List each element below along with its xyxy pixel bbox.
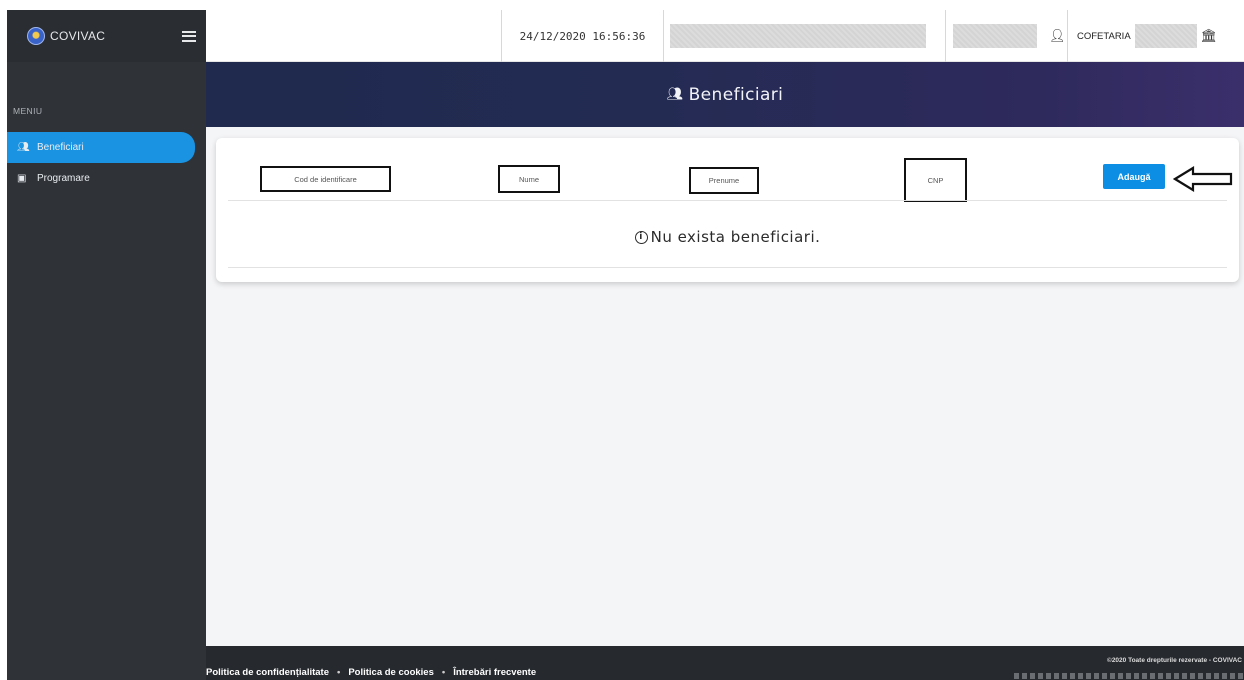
redacted-user-name xyxy=(670,24,926,48)
cod-identificare-filter[interactable]: Cod de identificare xyxy=(260,166,391,192)
divider xyxy=(228,200,1227,201)
organization-label: COFETARIA xyxy=(1077,30,1131,42)
app-name: COVIVAC xyxy=(50,29,106,43)
users-icon: 👥︎ xyxy=(17,142,30,153)
add-beneficiary-button[interactable]: Adaugă xyxy=(1103,164,1165,189)
sidebar-item-beneficiari[interactable]: 👥︎ Beneficiari xyxy=(7,132,195,163)
main-content: Cod de identificare Nume Prenume CNP Ada… xyxy=(206,127,1244,646)
calendar-icon: ▣ xyxy=(17,173,27,184)
brand[interactable]: COVIVAC xyxy=(27,27,105,45)
sidebar-item-label: Beneficiari xyxy=(37,142,84,153)
sidebar: COVIVAC MENIU 👥︎ Beneficiari ▣ Programar… xyxy=(7,10,206,680)
institution-icon[interactable]: 🏛︎ xyxy=(1201,28,1218,44)
cookies-policy-link[interactable]: Politica de cookies xyxy=(348,667,434,678)
page-header: 👥︎ Beneficiari xyxy=(206,62,1244,127)
cnp-filter[interactable]: CNP xyxy=(904,158,967,202)
prenume-filter[interactable]: Prenume xyxy=(689,167,759,194)
account-info: 👤︎ xyxy=(945,10,1067,62)
topbar: 24/12/2020 16:56:36 👤︎ COFETARIA 🏛︎ xyxy=(206,10,1244,62)
sidebar-header: COVIVAC xyxy=(7,10,206,62)
empty-message: Nu exista beneficiari. xyxy=(650,228,821,246)
redacted-organization xyxy=(1134,24,1197,48)
footer-links: Politica de confidențialitate • Politica… xyxy=(206,667,536,678)
nume-filter[interactable]: Nume xyxy=(498,165,560,193)
covivac-logo-icon xyxy=(27,27,45,45)
redacted-account xyxy=(953,24,1037,48)
sidebar-item-label: Programare xyxy=(37,173,90,184)
privacy-policy-link[interactable]: Politica de confidențialitate xyxy=(206,667,329,678)
users-icon: 👥︎ xyxy=(666,87,684,102)
copyright: ©2020 Toate drepturile rezervate - COVIV… xyxy=(1107,657,1242,664)
divider xyxy=(228,267,1227,268)
footer-fineprint xyxy=(1014,673,1244,679)
user-profile-icon[interactable]: 👤︎ xyxy=(1049,28,1066,44)
info-icon: i xyxy=(634,230,648,244)
arrow-left-icon xyxy=(1173,166,1233,192)
empty-state: i Nu exista beneficiari. xyxy=(216,228,1239,246)
footer: Politica de confidențialitate • Politica… xyxy=(206,646,1244,680)
separator-dot: • xyxy=(337,667,341,678)
user-info xyxy=(663,10,945,62)
separator-dot: • xyxy=(441,667,446,678)
menu-title: MENIU xyxy=(13,106,43,116)
current-datetime: 24/12/2020 16:56:36 xyxy=(501,10,663,62)
beneficiaries-card: Cod de identificare Nume Prenume CNP Ada… xyxy=(216,138,1239,282)
page-title: Beneficiari xyxy=(688,84,784,105)
sidebar-item-programare[interactable]: ▣ Programare xyxy=(7,163,206,194)
menu-toggle-icon[interactable] xyxy=(182,30,196,42)
faq-link[interactable]: Întrebări frecvente xyxy=(453,667,536,678)
organization-info: COFETARIA 🏛︎ xyxy=(1067,10,1244,62)
